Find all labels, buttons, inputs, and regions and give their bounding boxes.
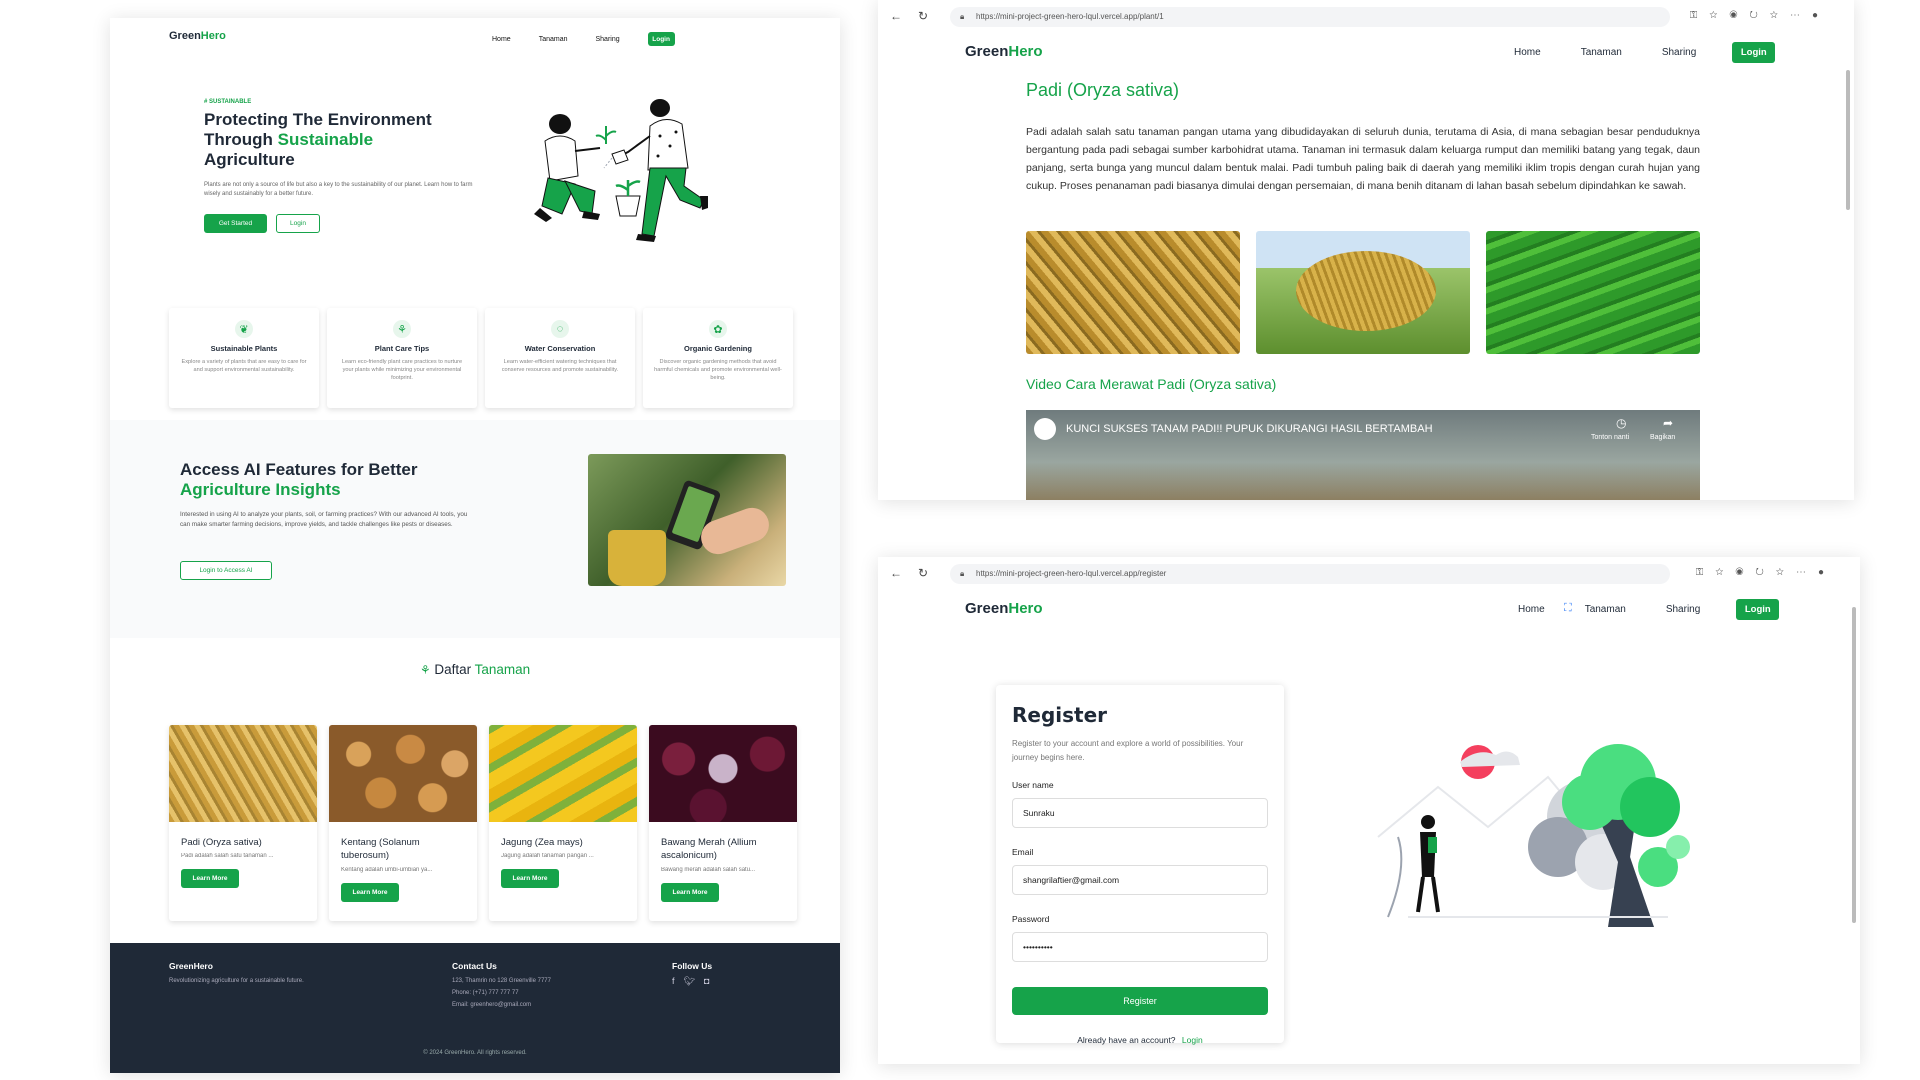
scrollbar[interactable] xyxy=(1846,70,1850,210)
get-started-button[interactable]: Get Started xyxy=(204,214,267,233)
nav-tanaman[interactable]: Tanaman xyxy=(1585,604,1626,615)
main-nav: Home Tanaman Sharing Login xyxy=(1518,599,1780,620)
feature-card: ⚘ Plant Care Tips Learn eco-friendly pla… xyxy=(327,308,477,408)
register-illustration xyxy=(1377,744,1690,927)
address-bar[interactable]: 🔒︎ https://mini-project-green-hero-lqul.v… xyxy=(950,564,1670,584)
hero-description: Plants are not only a source of life but… xyxy=(204,182,473,198)
nav-tanaman[interactable]: Tanaman xyxy=(1581,47,1622,58)
nav-tanaman[interactable]: Tanaman xyxy=(539,36,568,43)
plant-card: Bawang Merah (Allium ascalonicum) Bawang… xyxy=(649,725,797,921)
feature-card: ◌ Water Conservation Learn water-efficie… xyxy=(485,308,635,408)
browser-actions: ⚿☆◉↻☆⋯● xyxy=(1689,10,1830,21)
password-input[interactable]: •••••••••• xyxy=(1012,932,1268,963)
register-subtitle: Register to your account and explore a w… xyxy=(1012,739,1244,762)
scrollbar[interactable] xyxy=(1852,607,1856,923)
login-to-access-ai-button[interactable]: Login to Access AI xyxy=(180,561,272,580)
video-title: Video Cara Merawat Padi (Oryza sativa) xyxy=(1026,376,1277,392)
plant-image-2 xyxy=(1256,231,1470,354)
browser-actions: ⚿☆◉↻☆⋯● xyxy=(1695,567,1836,578)
flower-icon: ✿ xyxy=(709,320,727,338)
sprout-icon: ⚘ xyxy=(419,663,431,677)
site-logo[interactable]: GreenHero xyxy=(965,43,1043,61)
kentang-image xyxy=(329,725,477,822)
login-link[interactable]: Login xyxy=(1182,1035,1203,1045)
lock-icon: 🔒︎ xyxy=(960,12,965,21)
register-button[interactable]: Register xyxy=(1012,987,1268,1016)
copyright: © 2024 GreenHero. All rights reserved. xyxy=(423,1050,527,1056)
nav-home[interactable]: Home xyxy=(1514,47,1541,58)
plant-image-3 xyxy=(1486,231,1700,354)
nav-home[interactable]: Home xyxy=(492,36,511,43)
email-input[interactable]: shangrilaftier@gmail.com xyxy=(1012,865,1268,896)
register-card: Register Register to your account and ex… xyxy=(996,685,1284,1046)
nav-sharing[interactable]: Sharing xyxy=(1666,604,1700,615)
browser-window-register: ← ↻ 🔒︎ https://mini-project-green-hero-lq… xyxy=(878,557,1860,1064)
ai-title: Access AI Features for Better Agricultur… xyxy=(180,460,418,499)
nav-sharing[interactable]: Sharing xyxy=(595,36,619,43)
hero-eyebrow: # SUSTAINABLE xyxy=(204,99,252,105)
feature-card: ❦ Sustainable Plants Explore a variety o… xyxy=(169,308,319,408)
lock-icon: 🔒︎ xyxy=(960,569,965,578)
clock-icon[interactable]: ◷ xyxy=(1616,416,1626,430)
nav-login-button[interactable]: Login xyxy=(647,32,675,46)
water-icon: ◌ xyxy=(551,320,569,338)
username-input[interactable]: Sunraku xyxy=(1012,798,1268,829)
reload-icon[interactable]: ↻ xyxy=(918,566,928,580)
padi-image xyxy=(169,725,317,822)
register-title: Register xyxy=(1012,703,1108,727)
browser-window-plant-detail: ← ↻ 🔒︎ https://mini-project-green-hero-lq… xyxy=(878,0,1854,500)
daftar-tanaman-heading: ⚘ Daftar Tanaman xyxy=(419,662,531,677)
nav-login-button[interactable]: Login xyxy=(1736,599,1780,620)
hero-title: Protecting The Environment Through Susta… xyxy=(204,110,432,169)
address-bar[interactable]: 🔒︎ https://mini-project-green-hero-lqul.v… xyxy=(950,7,1670,27)
login-prompt: Already have an account? Login xyxy=(1077,1035,1203,1046)
site-logo[interactable]: GreenHero xyxy=(169,30,226,42)
learn-more-button[interactable]: Learn More xyxy=(181,869,239,889)
sprout-icon: ⚘ xyxy=(393,320,411,338)
bawang-merah-image xyxy=(649,725,797,822)
expand-icon[interactable]: ⛶ xyxy=(1564,602,1572,615)
plant-card: Padi (Oryza sativa) Padi adalah salah sa… xyxy=(169,725,317,921)
plant-image-1 xyxy=(1026,231,1240,354)
main-nav: Home Tanaman Sharing Login xyxy=(464,32,675,46)
plant-title: Padi (Oryza sativa) xyxy=(1026,80,1180,100)
ai-phone-plant-image xyxy=(588,454,786,586)
site-logo[interactable]: GreenHero xyxy=(965,600,1043,618)
hero-login-button[interactable]: Login xyxy=(276,214,320,233)
facebook-icon[interactable]: f xyxy=(672,976,675,987)
ai-description: Interested in using AI to analyze your p… xyxy=(180,511,468,529)
learn-more-button[interactable]: Learn More xyxy=(341,882,399,902)
share-icon[interactable]: ➦ xyxy=(1663,416,1673,430)
plant-description: Padi adalah salah satu tanaman pangan ut… xyxy=(1026,126,1700,192)
landing-page-panel: GreenHero Home Tanaman Sharing Login # S… xyxy=(110,18,840,1073)
plant-card: Kentang (Solanum tuberosum) Kentang adal… xyxy=(329,725,477,921)
site-footer: GreenHero Revolutionizing agriculture fo… xyxy=(110,943,840,1073)
feature-card: ✿ Organic Gardening Discover organic gar… xyxy=(643,308,793,408)
back-icon[interactable]: ← xyxy=(890,566,902,580)
twitter-icon[interactable]: 🐦︎ xyxy=(684,976,695,987)
nav-sharing[interactable]: Sharing xyxy=(1662,47,1696,58)
plant-card: Jagung (Zea mays) Jagung adalah tanaman … xyxy=(489,725,637,921)
channel-avatar[interactable] xyxy=(1034,418,1056,440)
leaf-icon: ❦ xyxy=(235,320,253,338)
jagung-image xyxy=(489,725,637,822)
learn-more-button[interactable]: Learn More xyxy=(501,869,559,889)
youtube-video-embed[interactable]: KUNCI SUKSES TANAM PADI!! PUPUK DIKURANG… xyxy=(1026,410,1700,500)
social-icons: f 🐦︎ ◘ xyxy=(672,976,709,987)
learn-more-button[interactable]: Learn More xyxy=(661,882,719,902)
instagram-icon[interactable]: ◘ xyxy=(704,976,709,987)
nav-login-button[interactable]: Login xyxy=(1732,42,1776,63)
main-nav: Home Tanaman Sharing Login xyxy=(1514,42,1776,63)
nav-home[interactable]: Home xyxy=(1518,604,1545,615)
reload-icon[interactable]: ↻ xyxy=(918,9,928,23)
browser-toolbar: ← ↻ 🔒︎ https://mini-project-green-hero-lq… xyxy=(878,557,1860,591)
browser-toolbar: ← ↻ 🔒︎ https://mini-project-green-hero-lq… xyxy=(878,0,1854,34)
gardening-illustration xyxy=(534,99,708,242)
back-icon[interactable]: ← xyxy=(890,9,902,23)
ai-section: Access AI Features for Better Agricultur… xyxy=(110,420,840,638)
